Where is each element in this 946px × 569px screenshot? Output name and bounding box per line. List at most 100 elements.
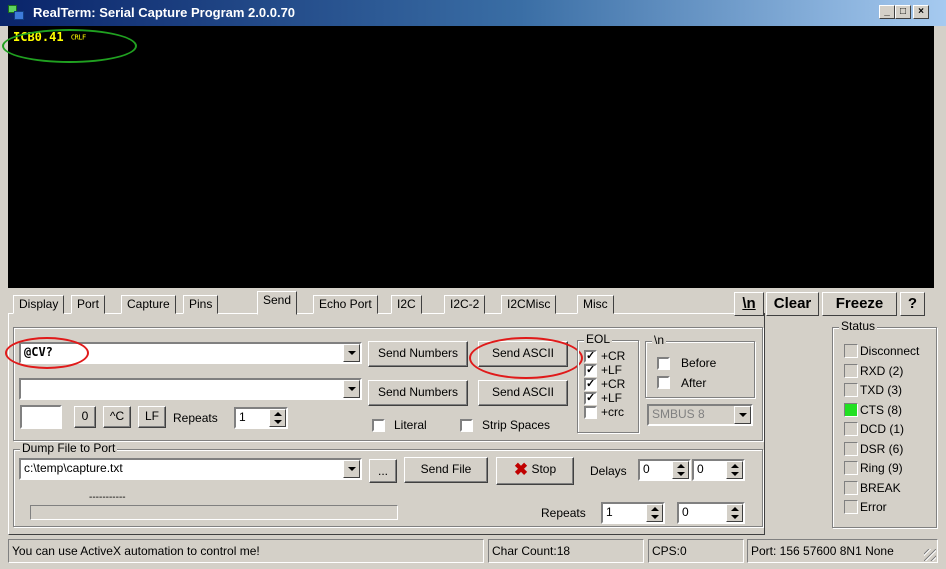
newline-group-title: \n (652, 333, 667, 347)
eol-checkbox[interactable] (584, 406, 597, 419)
status-led-icon (844, 344, 858, 358)
send-file-button[interactable]: Send File (404, 457, 488, 483)
send-numbers-button-2[interactable]: Send Numbers (368, 380, 468, 406)
browse-button[interactable]: ... (369, 459, 397, 483)
close-button[interactable]: × (913, 5, 929, 19)
resize-grip[interactable] (924, 549, 936, 561)
help-button[interactable]: ? (900, 292, 925, 316)
eol-checkbox[interactable]: ✓ (584, 378, 597, 391)
send-ascii-button-1[interactable]: Send ASCII (478, 341, 568, 367)
tab-misc[interactable]: Misc (577, 295, 614, 314)
freeze-button[interactable]: Freeze (822, 292, 897, 316)
literal-checkbox[interactable] (372, 419, 385, 432)
send-numbers-button-1[interactable]: Send Numbers (368, 341, 468, 367)
status-indicator[interactable]: BREAK (837, 478, 938, 497)
eol-checkbox[interactable]: ✓ (584, 350, 597, 363)
after-checkbox[interactable] (657, 376, 670, 389)
tab-echo-port[interactable]: Echo Port (313, 295, 378, 314)
strip-spaces-label: Strip Spaces (482, 418, 551, 432)
status-label: DCD (1) (860, 422, 904, 436)
eol-title: EOL (584, 332, 613, 346)
status-label: BREAK (860, 480, 901, 495)
repeats-label: Repeats (173, 411, 218, 425)
statusbar-char-count: Char Count:18 (488, 539, 644, 563)
tab-i2c[interactable]: I2C (391, 295, 422, 314)
before-label: Before (681, 356, 717, 370)
dump-repeats-label: Repeats (541, 506, 586, 520)
tab-i2c-2[interactable]: I2C-2 (444, 295, 486, 314)
dump-file-dropdown[interactable] (343, 460, 360, 478)
tab-display[interactable]: Display (13, 295, 65, 314)
send-input-1[interactable]: @CV? (19, 342, 362, 364)
before-checkbox[interactable] (657, 357, 670, 370)
smbus-select[interactable]: SMBUS 8 (647, 404, 753, 426)
send-ctrl-c-button[interactable]: ^C (103, 406, 131, 428)
status-led-icon (844, 461, 858, 475)
status-indicator[interactable]: CTS (8) (837, 400, 938, 419)
statusbar-cps: CPS:0 (648, 539, 744, 563)
status-label: DSR (6) (860, 441, 904, 456)
after-label: After (681, 376, 707, 390)
eol-checkbox[interactable]: ✓ (584, 364, 597, 377)
eol-option-label: +LF (601, 363, 623, 377)
dump-repeats-spinner[interactable]: 1 (601, 502, 665, 524)
status-led-icon (844, 500, 858, 514)
send-zero-button[interactable]: 0 (74, 406, 96, 428)
tab-i2cmisc[interactable]: I2CMisc (501, 295, 557, 314)
dump-progress-bar (30, 505, 398, 520)
status-label: CTS (8) (860, 402, 902, 417)
status-led-icon (844, 441, 858, 456)
send-ascii-button-2[interactable]: Send ASCII (478, 380, 568, 406)
dump-file-path[interactable]: c:\temp\capture.txt (19, 458, 362, 480)
repeats-spinner[interactable]: 1 (234, 407, 288, 429)
stop-button[interactable]: ✖ Stop (496, 457, 574, 485)
tab-pins[interactable]: Pins (183, 295, 219, 314)
dump-repeats-2-spin-buttons[interactable] (726, 504, 743, 522)
newline-toggle-button[interactable]: \n (734, 292, 764, 316)
eol-checkbox[interactable]: ✓ (584, 392, 597, 405)
send-input-2-dropdown[interactable] (343, 380, 360, 398)
status-indicator[interactable]: Ring (9) (837, 458, 938, 477)
terminal-line: ICB0.41 CRLF (13, 30, 86, 44)
status-indicator[interactable]: Error (837, 497, 938, 516)
app-icon[interactable] (8, 5, 24, 20)
send-input-2[interactable] (19, 378, 362, 400)
dump-file-title: Dump File to Port (20, 441, 118, 455)
tab-capture[interactable]: Capture (121, 295, 176, 314)
dump-repeats-spin-buttons[interactable] (646, 504, 663, 522)
status-label: RXD (2) (860, 363, 904, 378)
status-indicator[interactable]: DSR (6) (837, 439, 938, 458)
statusbar-port: Port: 156 57600 8N1 None (747, 539, 938, 563)
status-indicator[interactable]: DCD (1) (837, 419, 938, 438)
status-indicator[interactable]: RXD (2) (837, 361, 938, 380)
maximize-button[interactable]: □ (895, 5, 911, 19)
literal-label: Literal (394, 418, 427, 432)
delay-1-spin-buttons[interactable] (672, 461, 689, 479)
smbus-dropdown[interactable] (734, 406, 751, 424)
status-led-icon (844, 402, 858, 417)
tab-send[interactable]: Send (257, 291, 298, 315)
delay-spinner-1[interactable]: 0 (638, 459, 691, 481)
status-indicator[interactable]: TXD (3) (837, 380, 938, 399)
send-input-1-dropdown[interactable] (343, 344, 360, 362)
minimize-button[interactable]: _ (879, 5, 895, 19)
status-label: Ring (9) (860, 461, 903, 475)
clear-button[interactable]: Clear (766, 292, 819, 316)
status-title: Status (839, 319, 878, 333)
tab-port[interactable]: Port (71, 295, 106, 314)
status-indicator[interactable]: Disconnect (837, 341, 938, 360)
window-title: RealTerm: Serial Capture Program 2.0.0.7… (33, 5, 296, 20)
delay-2-spin-buttons[interactable] (726, 461, 743, 479)
send-lf-button[interactable]: LF (138, 406, 166, 428)
strip-spaces-checkbox[interactable] (460, 419, 473, 432)
send-number-field[interactable] (20, 405, 62, 429)
eol-option-label: +LF (601, 391, 623, 405)
status-label: Error (860, 500, 887, 514)
dump-repeats-spinner-2[interactable]: 0 (677, 502, 745, 524)
terminal-display[interactable]: ICB0.41 CRLF (8, 26, 934, 288)
title-bar[interactable]: RealTerm: Serial Capture Program 2.0.0.7… (0, 0, 946, 26)
delay-spinner-2[interactable]: 0 (692, 459, 745, 481)
repeats-spin-buttons[interactable] (269, 409, 286, 427)
status-label: TXD (3) (860, 383, 902, 397)
dump-progress-text: ----------- (89, 492, 126, 503)
